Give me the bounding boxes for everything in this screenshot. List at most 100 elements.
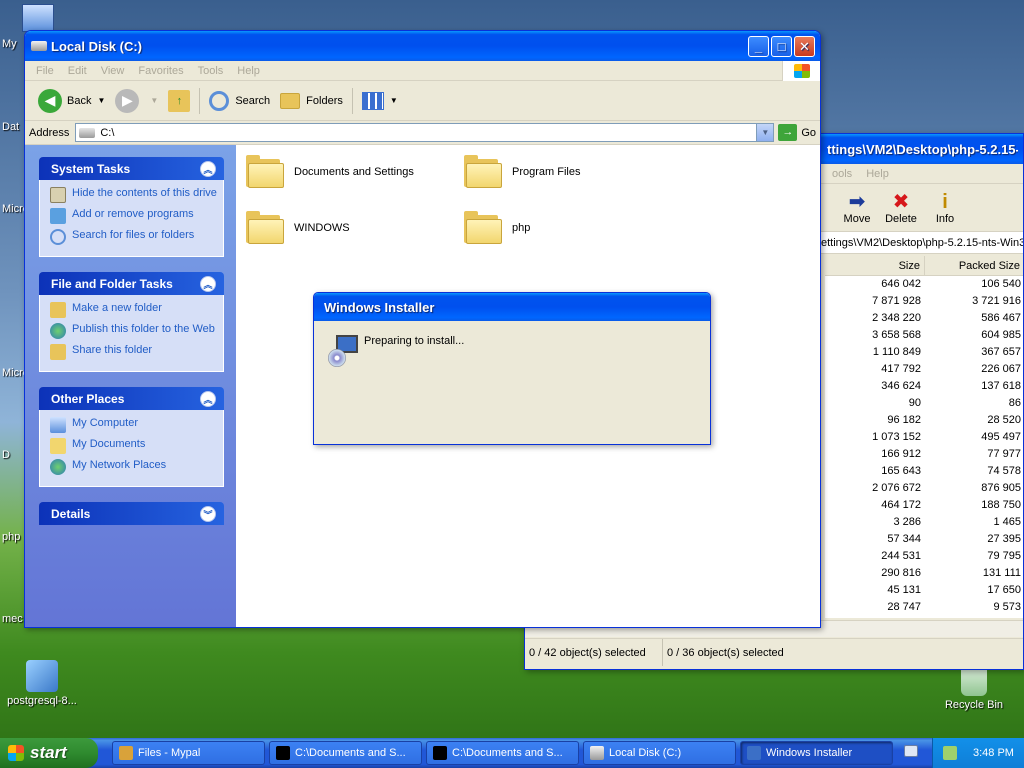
- table-row[interactable]: 90 86: [825, 395, 1023, 412]
- folder-program-files[interactable]: Program Files: [464, 155, 580, 189]
- menu-tools[interactable]: Tools: [191, 65, 231, 77]
- folder-windows[interactable]: WINDOWS: [246, 211, 350, 245]
- up-folder-button[interactable]: ↑: [163, 85, 195, 117]
- go-button[interactable]: → Go: [778, 124, 816, 141]
- forward-dropdown-icon[interactable]: ▼: [150, 96, 158, 105]
- place-my-computer[interactable]: My Computer: [50, 417, 217, 433]
- task-make-new-folder[interactable]: Make a new folder: [50, 302, 217, 318]
- expand-chevron-icon[interactable]: ︾: [200, 505, 216, 522]
- explorer-titlebar[interactable]: Local Disk (C:) _ □ ✕: [25, 31, 820, 61]
- table-row[interactable]: 1 073 152 495 497: [825, 429, 1023, 446]
- table-row[interactable]: 464 172 188 750: [825, 497, 1023, 514]
- views-button[interactable]: ▼: [357, 85, 403, 117]
- installer-titlebar[interactable]: Windows Installer: [314, 293, 710, 321]
- back-button[interactable]: ◀ Back ▼: [33, 85, 110, 117]
- taskbar-item-mypal[interactable]: Files - Mypal: [112, 741, 265, 765]
- info-button[interactable]: i Info: [923, 191, 967, 225]
- other-places-header[interactable]: Other Places ︽: [39, 387, 224, 410]
- column-size[interactable]: Size: [825, 256, 925, 275]
- forward-button[interactable]: ▶ ▼: [110, 85, 163, 117]
- details-header[interactable]: Details ︾: [39, 502, 224, 525]
- table-row[interactable]: 7 871 928 3 721 916: [825, 293, 1023, 310]
- start-label: start: [30, 743, 67, 762]
- move-button[interactable]: ➡ Move: [835, 191, 879, 225]
- place-my-network[interactable]: My Network Places: [50, 459, 217, 475]
- start-button[interactable]: start: [0, 738, 98, 768]
- system-tasks-header[interactable]: System Tasks ︽: [39, 157, 224, 180]
- cell-size: 290 816: [881, 567, 921, 579]
- maximize-button[interactable]: □: [771, 35, 792, 57]
- views-dropdown-icon[interactable]: ▼: [390, 96, 398, 105]
- sevenzip-menu-tools[interactable]: ools: [825, 168, 859, 180]
- desktop-label-mec[interactable]: mec: [2, 613, 23, 625]
- table-row[interactable]: 45 131 17 650: [825, 582, 1023, 599]
- table-row[interactable]: 57 344 27 395: [825, 531, 1023, 548]
- table-row[interactable]: 3 658 568 604 985: [825, 327, 1023, 344]
- menu-edit[interactable]: Edit: [61, 65, 94, 77]
- desktop-label-d[interactable]: D: [2, 449, 10, 461]
- cell-size: 7 871 928: [872, 295, 921, 307]
- sevenzip-menu-help[interactable]: Help: [859, 168, 896, 180]
- folder-icon: [246, 155, 284, 189]
- task-hide-drive[interactable]: Hide the contents of this drive: [50, 187, 217, 203]
- table-row[interactable]: 1 110 849 367 657: [825, 344, 1023, 361]
- taskbar-item-7zip-2[interactable]: C:\Documents and S...: [426, 741, 579, 765]
- table-row[interactable]: 646 042 106 540: [825, 276, 1023, 293]
- address-input[interactable]: C:\ ▼: [75, 123, 775, 142]
- desktop-label-php[interactable]: php: [2, 531, 20, 543]
- menu-view[interactable]: View: [94, 65, 132, 77]
- delete-button[interactable]: ✖ Delete: [879, 191, 923, 225]
- back-dropdown-icon[interactable]: ▼: [97, 96, 105, 105]
- close-button[interactable]: ✕: [794, 35, 815, 57]
- my-computer-icon[interactable]: [22, 4, 54, 32]
- sevenzip-file-list[interactable]: Size Packed Size 646 042 106 540 7 871 928…: [825, 256, 1023, 618]
- table-row[interactable]: 2 348 220 586 467: [825, 310, 1023, 327]
- place-my-documents[interactable]: My Documents: [50, 438, 217, 454]
- network-tray-icon[interactable]: [943, 746, 957, 760]
- column-packed-size[interactable]: Packed Size: [925, 256, 1023, 275]
- cell-size: 28 747: [887, 601, 921, 613]
- taskbar-item-windows-installer[interactable]: Windows Installer: [740, 741, 893, 765]
- collapse-chevron-icon[interactable]: ︽: [200, 160, 216, 177]
- table-row[interactable]: 166 912 77 977: [825, 446, 1023, 463]
- menu-favorites[interactable]: Favorites: [131, 65, 190, 77]
- address-dropdown-icon[interactable]: ▼: [756, 124, 774, 141]
- taskbar-item-label: Local Disk (C:): [609, 747, 682, 759]
- postgresql-shortcut[interactable]: postgresql-8...: [2, 660, 82, 707]
- table-row[interactable]: 290 816 131 111: [825, 565, 1023, 582]
- search-button[interactable]: Search: [204, 85, 275, 117]
- table-row[interactable]: 96 182 28 520: [825, 412, 1023, 429]
- desktop-label-my[interactable]: My: [2, 38, 17, 50]
- table-row[interactable]: 346 624 137 618: [825, 378, 1023, 395]
- task-pane: System Tasks ︽ Hide the contents of this…: [25, 145, 236, 627]
- my-documents-icon: [50, 438, 66, 454]
- task-share-folder[interactable]: Share this folder: [50, 344, 217, 360]
- desktop-label-data[interactable]: Dat: [2, 121, 19, 133]
- clock[interactable]: 3:48 PM: [973, 747, 1014, 759]
- table-row[interactable]: 165 643 74 578: [825, 463, 1023, 480]
- table-row[interactable]: 2 076 672 876 905: [825, 480, 1023, 497]
- table-row[interactable]: 3 286 1 465: [825, 514, 1023, 531]
- menu-file[interactable]: File: [29, 65, 61, 77]
- folders-button[interactable]: Folders: [275, 85, 348, 117]
- collapse-chevron-icon[interactable]: ︽: [200, 390, 216, 407]
- table-row[interactable]: 28 747 9 573: [825, 599, 1023, 616]
- table-row[interactable]: 417 792 226 067: [825, 361, 1023, 378]
- minimize-button[interactable]: _: [748, 35, 769, 57]
- file-folder-tasks-header[interactable]: File and Folder Tasks ︽: [39, 272, 224, 295]
- cell-size: 2 076 672: [872, 482, 921, 494]
- taskbar-item-local-disk[interactable]: Local Disk (C:): [583, 741, 736, 765]
- folder-documents-and-settings[interactable]: Documents and Settings: [246, 155, 414, 189]
- taskbar-item-7zip-1[interactable]: C:\Documents and S...: [269, 741, 422, 765]
- recycle-bin-shortcut[interactable]: Recycle Bin: [938, 664, 1010, 711]
- folder-php[interactable]: php: [464, 211, 530, 245]
- windows-installer-dialog[interactable]: Windows Installer Preparing to install..…: [313, 292, 711, 445]
- task-search-files[interactable]: Search for files or folders: [50, 229, 217, 245]
- keyboard-layout-icon[interactable]: [904, 745, 918, 757]
- collapse-chevron-icon[interactable]: ︽: [200, 275, 216, 292]
- task-add-remove-programs[interactable]: Add or remove programs: [50, 208, 217, 224]
- task-publish-web[interactable]: Publish this folder to the Web: [50, 323, 217, 339]
- cell-packed-size: 586 467: [981, 312, 1021, 324]
- table-row[interactable]: 244 531 79 795: [825, 548, 1023, 565]
- menu-help[interactable]: Help: [230, 65, 267, 77]
